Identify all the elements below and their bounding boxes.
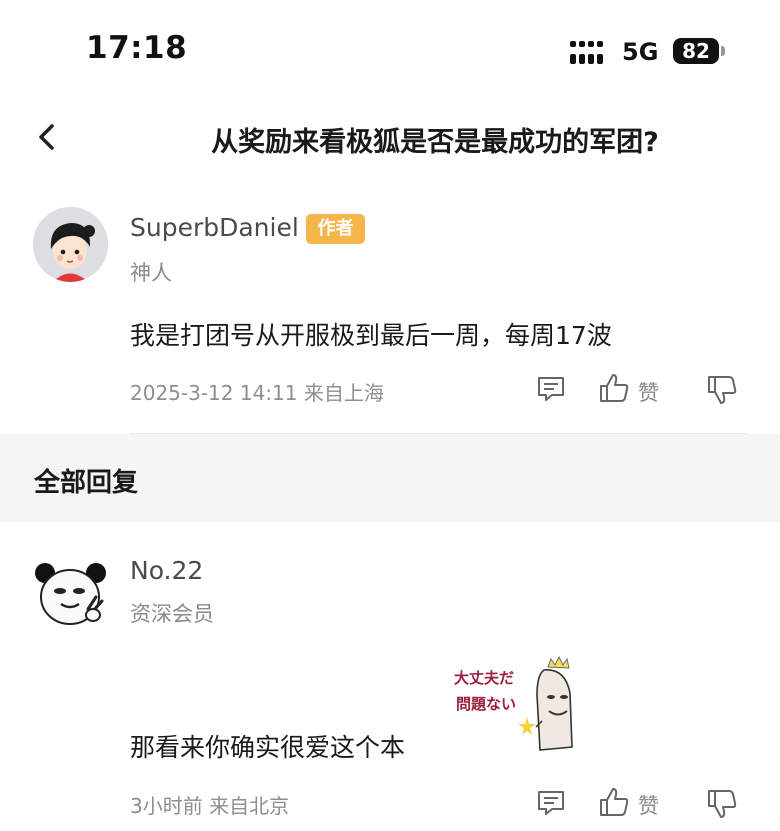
page-title: 从奖励来看极狐是否是最成功的军团? — [211, 127, 659, 158]
battery-cap — [721, 46, 725, 56]
nav-bar: 从奖励来看极狐是否是最成功的军团? — [0, 100, 780, 176]
like-label[interactable]: 赞 — [638, 790, 659, 820]
comment-icon[interactable] — [536, 374, 566, 404]
author-badge: 作者 — [306, 214, 365, 244]
thumbs-down-icon[interactable] — [706, 374, 738, 406]
back-icon[interactable] — [34, 122, 60, 152]
author-avatar[interactable] — [33, 207, 108, 282]
post-meta: 2025-3-12 14:11 来自上海 — [130, 381, 384, 405]
reply-content: 那看来你确实很爱这个本 — [130, 733, 406, 762]
status-bar: 17:18 5G 82 — [0, 0, 780, 100]
sticker-text-line-2: 問題ない — [456, 695, 516, 713]
reply-meta: 3小时前 来自北京 — [130, 794, 290, 818]
post-content: 我是打团号从开服极到最后一周，每周17波 — [130, 321, 612, 350]
comment-icon[interactable] — [536, 788, 566, 818]
thumbs-up-icon[interactable] — [598, 786, 630, 818]
battery-level: 82 — [673, 38, 719, 64]
status-time: 17:18 — [86, 30, 188, 66]
replies-section-title: 全部回复 — [34, 468, 139, 498]
panda-meme-avatar-icon — [35, 563, 106, 625]
sticker-text-line-1: 大丈夫だ — [454, 669, 514, 687]
thumbs-down-icon[interactable] — [706, 788, 738, 820]
author-rank: 神人 — [130, 261, 172, 285]
cartoon-girl-avatar-icon — [33, 207, 108, 282]
reply-author-rank: 资深会员 — [130, 602, 214, 626]
sticker-image: 大丈夫だ 問題ない — [454, 655, 573, 751]
signal-icon — [570, 41, 603, 64]
reply-avatar[interactable] — [33, 557, 108, 632]
reply-author-name[interactable]: No.22 — [130, 556, 203, 585]
network-type: 5G — [622, 38, 659, 66]
like-label[interactable]: 赞 — [638, 377, 659, 407]
author-name[interactable]: SuperbDaniel — [130, 213, 299, 242]
thumbs-up-icon[interactable] — [598, 372, 630, 404]
